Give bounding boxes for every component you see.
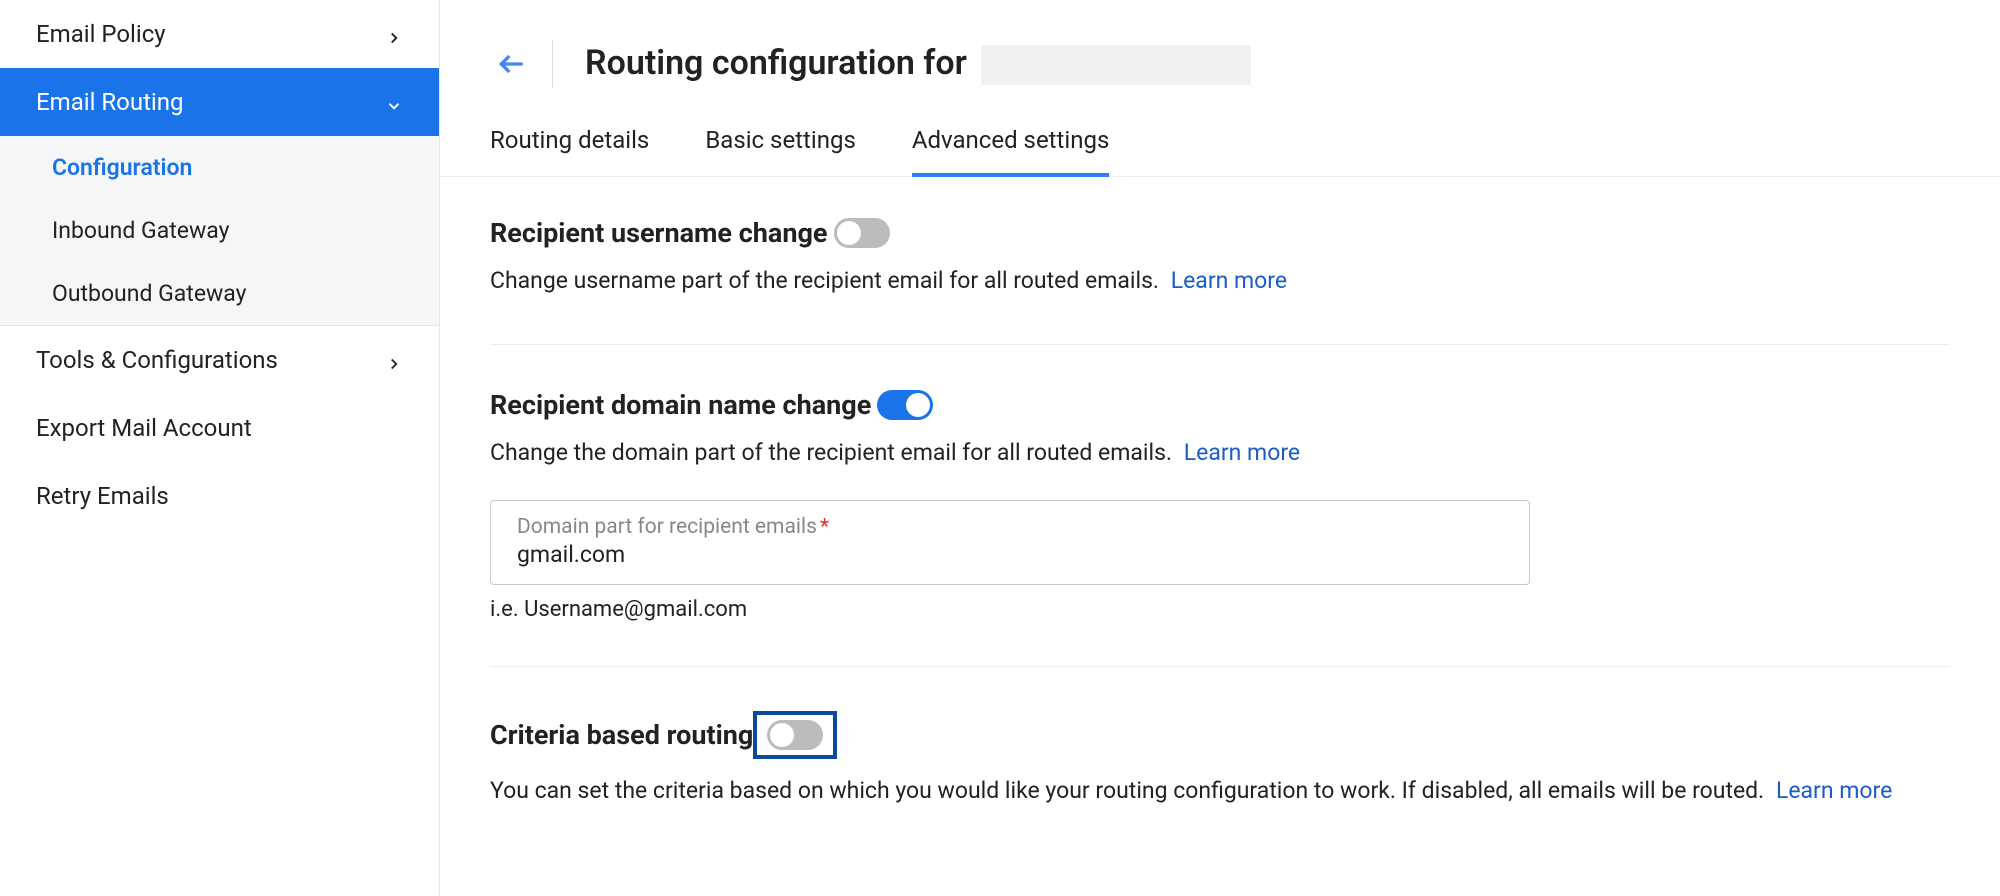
section-header: Criteria based routing — [490, 711, 1950, 759]
section-header: Recipient domain name change — [490, 389, 1950, 421]
tabs: Routing details Basic settings Advanced … — [440, 112, 2000, 177]
learn-more-link[interactable]: Learn more — [1184, 439, 1300, 466]
sidebar-item-tools-configurations[interactable]: Tools & Configurations — [0, 326, 439, 394]
toggle-recipient-domain-change[interactable] — [877, 390, 933, 420]
sidebar-item-email-routing[interactable]: Email Routing — [0, 68, 439, 136]
section-title: Recipient username change — [490, 217, 828, 249]
section-title: Recipient domain name change — [490, 389, 871, 421]
sidebar-subitem-outbound-gateway[interactable]: Outbound Gateway — [0, 262, 439, 325]
toggle-knob — [837, 221, 861, 245]
main-content: Routing configuration for Routing detail… — [440, 0, 2000, 896]
tab-routing-details[interactable]: Routing details — [490, 112, 649, 176]
toggle-knob — [770, 723, 794, 747]
sidebar-subitem-inbound-gateway[interactable]: Inbound Gateway — [0, 199, 439, 262]
required-asterisk: * — [820, 515, 829, 539]
section-title: Criteria based routing — [490, 719, 753, 751]
tab-advanced-settings[interactable]: Advanced settings — [912, 112, 1110, 176]
domain-input[interactable] — [517, 541, 1503, 568]
sidebar-item-label: Retry Emails — [36, 482, 169, 510]
learn-more-link[interactable]: Learn more — [1171, 267, 1287, 294]
chevron-right-icon — [385, 351, 403, 369]
section-desc-text: Change username part of the recipient em… — [490, 267, 1159, 294]
content-area: Recipient username change Change usernam… — [440, 177, 2000, 893]
section-description: Change username part of the recipient em… — [490, 263, 1950, 300]
input-label: Domain part for recipient emails* — [517, 515, 1503, 539]
chevron-right-icon — [385, 25, 403, 43]
toggle-highlight-box — [753, 711, 837, 759]
sidebar-item-export-mail-account[interactable]: Export Mail Account — [0, 394, 439, 462]
page-title: Routing configuration for — [585, 43, 1251, 85]
section-description: You can set the criteria based on which … — [490, 773, 1950, 810]
section-criteria-based-routing: Criteria based routing You can set the c… — [490, 711, 1950, 854]
page-header: Routing configuration for — [440, 0, 2000, 112]
sidebar-item-label: Email Policy — [36, 20, 166, 48]
domain-hint: i.e. Username@gmail.com — [490, 597, 1950, 622]
domain-input-wrap[interactable]: Domain part for recipient emails* — [490, 500, 1530, 585]
sidebar-item-email-policy[interactable]: Email Policy — [0, 0, 439, 68]
sidebar-subitem-configuration[interactable]: Configuration — [0, 136, 439, 199]
sidebar-subgroup: Configuration Inbound Gateway Outbound G… — [0, 136, 439, 326]
learn-more-link[interactable]: Learn more — [1776, 777, 1892, 804]
back-button[interactable] — [490, 42, 534, 86]
sidebar: Email Policy Email Routing Configuration… — [0, 0, 440, 896]
sidebar-item-retry-emails[interactable]: Retry Emails — [0, 462, 439, 530]
section-recipient-domain-change: Recipient domain name change Change the … — [490, 389, 1950, 667]
page-title-text: Routing configuration for — [585, 43, 967, 83]
toggle-recipient-username-change[interactable] — [834, 218, 890, 248]
section-description: Change the domain part of the recipient … — [490, 435, 1950, 472]
page-title-redacted — [981, 45, 1251, 85]
header-divider — [552, 40, 553, 88]
section-desc-text: You can set the criteria based on which … — [490, 777, 1764, 804]
section-recipient-username-change: Recipient username change Change usernam… — [490, 217, 1950, 345]
toggle-knob — [906, 393, 930, 417]
sidebar-item-label: Export Mail Account — [36, 414, 252, 442]
input-label-text: Domain part for recipient emails — [517, 515, 817, 539]
sidebar-item-label: Tools & Configurations — [36, 346, 278, 374]
section-header: Recipient username change — [490, 217, 1950, 249]
section-desc-text: Change the domain part of the recipient … — [490, 439, 1172, 466]
tab-basic-settings[interactable]: Basic settings — [705, 112, 856, 176]
sidebar-item-label: Email Routing — [36, 88, 184, 116]
chevron-down-icon — [385, 93, 403, 111]
toggle-criteria-based-routing[interactable] — [767, 720, 823, 750]
